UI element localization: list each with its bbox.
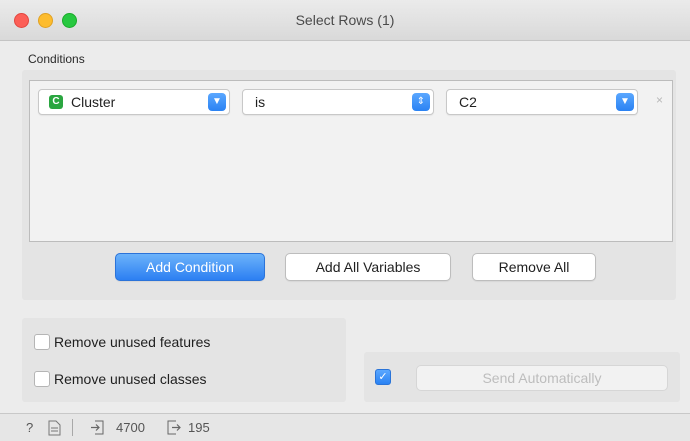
options-group (22, 318, 346, 402)
attribute-value: Cluster (71, 94, 116, 110)
up-down-arrows-icon[interactable]: ⇕ (412, 93, 430, 111)
remove-unused-features-checkbox[interactable] (34, 334, 50, 350)
remove-all-button[interactable]: Remove All (472, 253, 596, 281)
conditions-list: C Cluster ▼ is ⇕ C2 ▼ × (29, 80, 673, 242)
status-divider (72, 419, 73, 436)
document-icon[interactable] (48, 420, 61, 436)
value-value: C2 (459, 94, 477, 110)
remove-condition-icon[interactable]: × (656, 93, 663, 107)
remove-unused-features-label: Remove unused features (54, 334, 211, 350)
help-icon[interactable]: ? (26, 420, 33, 435)
window-title: Select Rows (1) (295, 12, 395, 28)
title-bar: Select Rows (1) (0, 0, 690, 41)
remove-unused-classes-label: Remove unused classes (54, 371, 207, 387)
add-condition-button[interactable]: Add Condition (115, 253, 265, 281)
output-count: 195 (188, 420, 210, 435)
chevron-down-icon[interactable]: ▼ (208, 93, 226, 111)
output-icon (167, 420, 181, 435)
chevron-down-icon[interactable]: ▼ (616, 93, 634, 111)
input-count: 4700 (116, 420, 145, 435)
add-all-variables-button[interactable]: Add All Variables (285, 253, 451, 281)
input-icon (91, 420, 104, 435)
send-automatically-checkbox[interactable]: ✓ (375, 369, 391, 385)
remove-unused-classes-checkbox[interactable] (34, 371, 50, 387)
value-combo[interactable]: C2 ▼ (446, 89, 638, 115)
operator-combo[interactable]: is ⇕ (242, 89, 434, 115)
operator-value: is (255, 94, 266, 110)
status-bar: ? 4700 195 (0, 413, 690, 441)
send-automatically-button: Send Automatically (416, 365, 668, 391)
conditions-label: Conditions (28, 52, 85, 66)
categorical-variable-icon: C (49, 95, 63, 109)
attribute-combo[interactable]: C Cluster ▼ (38, 89, 230, 115)
